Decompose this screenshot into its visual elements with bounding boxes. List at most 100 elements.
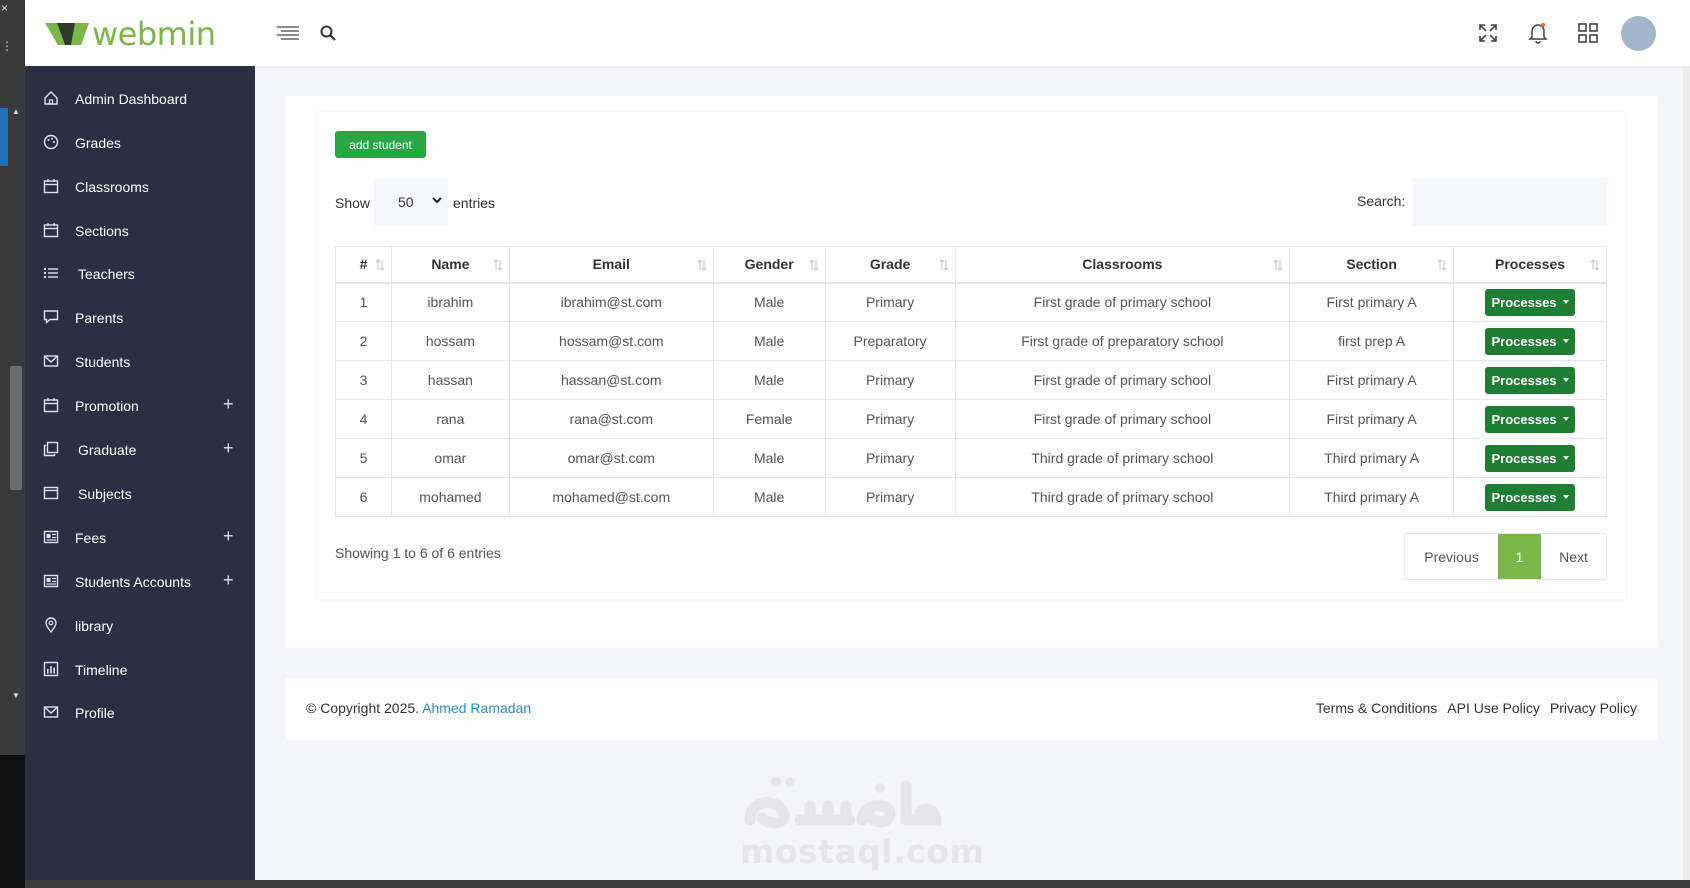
processes-dropdown-button[interactable]: Processes bbox=[1485, 483, 1576, 511]
column-header[interactable]: Processes bbox=[1453, 246, 1607, 284]
column-header-label: Grade bbox=[869, 256, 911, 273]
sidebar-item-profile[interactable]: Profile bbox=[25, 693, 255, 733]
column-header[interactable]: Section bbox=[1289, 246, 1455, 284]
column-header[interactable]: Name bbox=[390, 246, 510, 284]
processes-dropdown-button[interactable]: Processes bbox=[1485, 366, 1576, 394]
cell-text: rana@st.com bbox=[569, 411, 654, 427]
table-cell: First grade of preparatory school bbox=[954, 321, 1291, 361]
cell-text: Primary bbox=[865, 450, 915, 466]
scroll-up-arrow[interactable]: ▲ bbox=[12, 106, 20, 118]
page-scrollbar[interactable] bbox=[1683, 66, 1690, 880]
next-page-button[interactable]: Next bbox=[1541, 534, 1606, 579]
cell-text: First primary A bbox=[1326, 294, 1417, 311]
table-cell: First primary A bbox=[1289, 282, 1455, 322]
table-cell: Third grade of primary school bbox=[954, 438, 1291, 478]
api-policy-link[interactable]: API Use Policy bbox=[1447, 700, 1540, 716]
column-header[interactable]: Classrooms bbox=[954, 246, 1291, 284]
column-header[interactable]: Grade bbox=[824, 246, 956, 284]
sidebar-item-admin-dashboard[interactable]: Admin Dashboard bbox=[25, 79, 255, 119]
sidebar-item-label: Profile bbox=[75, 705, 115, 721]
sidebar-item-classrooms[interactable]: Classrooms bbox=[25, 167, 255, 207]
table-cell: Male bbox=[712, 477, 826, 517]
window-icon bbox=[43, 486, 59, 500]
sidebar-item-students[interactable]: Students bbox=[25, 342, 255, 382]
grid-icon bbox=[1578, 23, 1598, 43]
cell-text: hassan bbox=[427, 372, 473, 388]
footer-links: Terms & Conditions API Use Policy Privac… bbox=[1316, 700, 1637, 716]
add-student-button[interactable]: add student bbox=[335, 131, 426, 158]
entries-per-page-select[interactable]: 50 bbox=[374, 178, 448, 226]
cell-text: mohamed bbox=[419, 489, 482, 505]
cell-text: Primary bbox=[865, 294, 915, 311]
terms-link[interactable]: Terms & Conditions bbox=[1316, 700, 1437, 716]
avatar[interactable] bbox=[1621, 16, 1656, 51]
sidebar-item-promotion[interactable]: Promotion + bbox=[25, 386, 255, 426]
sidebar-item-label: Classrooms bbox=[75, 179, 149, 195]
search-label: Search: bbox=[1357, 193, 1406, 209]
cell-text: omar@st.com bbox=[567, 450, 655, 466]
sidebar-item-parents[interactable]: Parents bbox=[25, 298, 255, 338]
expand-plus-icon[interactable]: + bbox=[223, 526, 234, 547]
fullscreen-button[interactable] bbox=[1475, 20, 1501, 46]
expand-plus-icon[interactable]: + bbox=[223, 438, 234, 459]
logo[interactable]: webmin bbox=[45, 15, 216, 53]
cell-text: 2 bbox=[359, 333, 368, 349]
cell-text: Third primary A bbox=[1324, 450, 1420, 466]
sidebar-item-library[interactable]: library bbox=[25, 606, 255, 646]
table-cell: First grade of primary school bbox=[954, 399, 1291, 439]
cell-text: 4 bbox=[359, 411, 368, 427]
table-cell: hassan bbox=[390, 360, 510, 400]
column-header-label: Section bbox=[1346, 256, 1397, 273]
scroll-down-arrow[interactable]: ▼ bbox=[12, 690, 20, 702]
caret-down-icon bbox=[1562, 456, 1569, 460]
id-card-icon bbox=[43, 530, 59, 544]
table-cell: Third primary A bbox=[1289, 477, 1455, 517]
previous-page-button[interactable]: Previous bbox=[1405, 534, 1498, 579]
cell-text: Primary bbox=[865, 411, 915, 427]
table-cell: Female bbox=[712, 399, 826, 439]
sidebar-item-label: Sections bbox=[75, 223, 129, 239]
sidebar-item-grades[interactable]: Grades bbox=[25, 123, 255, 163]
apps-grid-button[interactable] bbox=[1575, 20, 1601, 46]
column-header-label: # bbox=[359, 256, 368, 273]
sidebar-item-subjects[interactable]: Subjects bbox=[25, 474, 255, 514]
cell-text: Third grade of primary school bbox=[1031, 489, 1214, 505]
privacy-policy-link[interactable]: Privacy Policy bbox=[1550, 700, 1637, 716]
table-cell: 4 bbox=[335, 399, 392, 439]
sidebar-item-timeline[interactable]: Timeline bbox=[25, 650, 255, 690]
sidebar-item-fees[interactable]: Fees + bbox=[25, 518, 255, 558]
expand-plus-icon[interactable]: + bbox=[223, 394, 234, 415]
caret-down-icon bbox=[1562, 300, 1569, 305]
notifications-button[interactable] bbox=[1525, 20, 1551, 46]
table-search-input[interactable] bbox=[1413, 178, 1607, 226]
column-header[interactable]: Email bbox=[508, 246, 714, 284]
show-label: Show bbox=[335, 195, 371, 211]
table-cell: rana bbox=[390, 399, 510, 439]
fullscreen-icon bbox=[1479, 24, 1497, 42]
expand-plus-icon[interactable]: + bbox=[223, 570, 234, 591]
menu-toggle-button[interactable] bbox=[275, 20, 301, 46]
current-page-button[interactable]: 1 bbox=[1498, 534, 1541, 579]
table-cell: Processes bbox=[1453, 360, 1607, 400]
processes-dropdown-button[interactable]: Processes bbox=[1485, 405, 1576, 433]
cell-text: 1 bbox=[359, 294, 368, 311]
column-header[interactable]: Gender bbox=[712, 246, 826, 284]
search-button[interactable] bbox=[315, 20, 341, 46]
processes-dropdown-button[interactable]: Processes bbox=[1485, 288, 1576, 316]
processes-dropdown-button[interactable]: Processes bbox=[1485, 444, 1576, 472]
column-header-label: Gender bbox=[744, 256, 794, 273]
sidebar-item-students-accounts[interactable]: Students Accounts + bbox=[25, 562, 255, 602]
table-cell: 1 bbox=[335, 282, 392, 322]
sidebar-item-graduate[interactable]: Graduate + bbox=[25, 430, 255, 470]
sidebar-item-teachers[interactable]: Teachers bbox=[25, 254, 255, 294]
table-cell: Preparatory bbox=[824, 321, 956, 361]
footer: © Copyright 2025. Ahmed Ramadan Terms & … bbox=[285, 678, 1658, 740]
column-header[interactable]: # bbox=[335, 246, 392, 284]
os-scrollbar-thumb[interactable] bbox=[10, 366, 22, 490]
envelope-icon bbox=[43, 355, 59, 367]
cell-text: ibrahim bbox=[427, 294, 474, 311]
processes-dropdown-button[interactable]: Processes bbox=[1485, 327, 1576, 355]
sidebar-item-label: Graduate bbox=[78, 442, 137, 458]
author-link[interactable]: Ahmed Ramadan bbox=[422, 700, 531, 716]
sidebar-item-sections[interactable]: Sections bbox=[25, 211, 255, 251]
